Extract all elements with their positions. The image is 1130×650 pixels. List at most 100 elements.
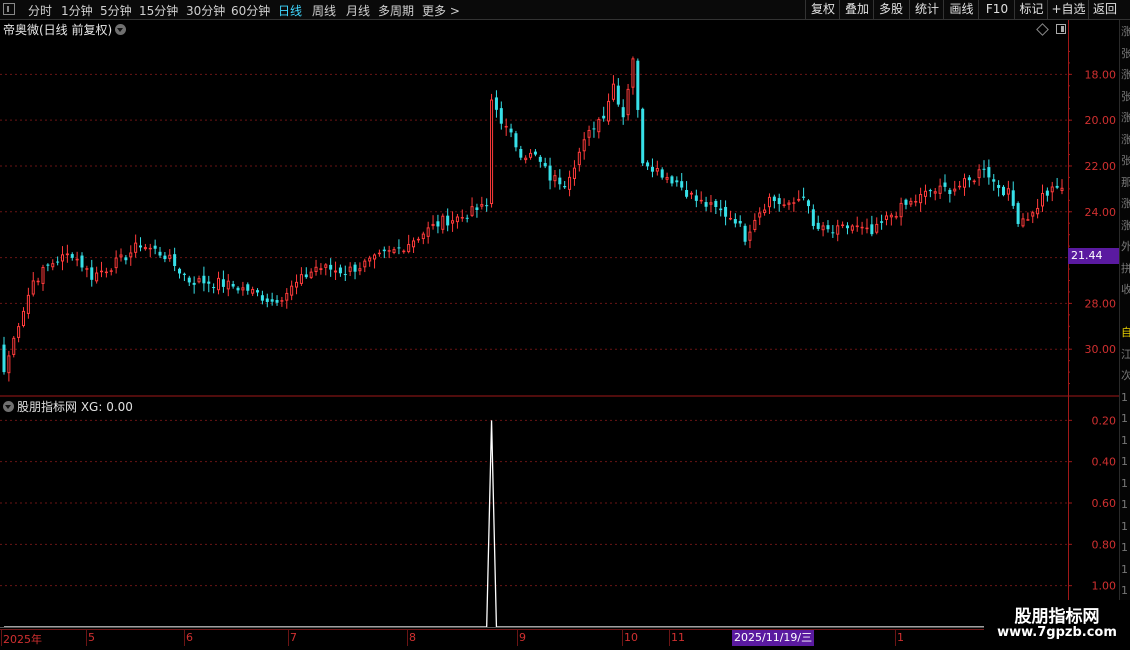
candle-body (543, 163, 547, 167)
candle-body (470, 206, 474, 216)
candle-body (207, 281, 211, 284)
candle-body (1055, 185, 1059, 188)
candle-body (104, 271, 108, 274)
strip-char: 拼 (1121, 262, 1130, 275)
candle-body (1031, 212, 1035, 217)
candle-body (777, 198, 781, 205)
candle-body (451, 220, 455, 224)
candle-body (1036, 207, 1040, 215)
candle-body (455, 216, 459, 223)
candle-body (343, 274, 347, 276)
candle-body (821, 225, 825, 231)
strip-char: 1 (1121, 455, 1128, 468)
candle-body (26, 294, 30, 314)
strip-char: 那 (1121, 176, 1130, 189)
candle-body (1016, 203, 1020, 224)
candle-body (480, 204, 484, 207)
candle-body (319, 268, 323, 271)
candle-body (753, 219, 757, 230)
candle-body (504, 125, 508, 128)
candle-body (909, 200, 913, 205)
candle-body (338, 267, 342, 274)
strip-char: 收 (1121, 284, 1130, 296)
candle-body (36, 280, 40, 283)
candle-body (953, 188, 957, 192)
candle-body (100, 270, 104, 273)
candle-body (962, 178, 966, 188)
candle-body (197, 278, 201, 283)
y-tick-label: 0.20 (1092, 414, 1117, 427)
strip-char: 涨 (1121, 198, 1130, 210)
candle-body (738, 220, 742, 224)
candle-body (743, 225, 747, 242)
candle-body (933, 191, 937, 194)
candle-body (246, 284, 250, 291)
candle-body (226, 280, 230, 290)
candle-body (373, 254, 377, 260)
candle-body (494, 97, 498, 110)
candle-body (899, 202, 903, 218)
candle-body (680, 181, 684, 188)
date-tick-label: 6 (186, 631, 193, 644)
indicator-title[interactable]: 股朋指标网 XG: 0.00 (3, 398, 133, 415)
date-tick-label: 9 (519, 631, 526, 644)
strip-char: 涨 (1121, 69, 1130, 81)
candle-body (1026, 219, 1030, 221)
side-panel-strip[interactable]: 涨张涨张涨涨张那涨涨外拼收自江次11111111111 (1119, 20, 1130, 630)
candle-body (558, 177, 562, 185)
candle-body (95, 272, 99, 282)
xg-series-line (4, 420, 1062, 628)
strip-char: 次 (1121, 370, 1130, 382)
candle-body (377, 252, 381, 255)
candle-body (772, 196, 776, 202)
date-tick-mark (517, 630, 518, 646)
candle-body (923, 190, 927, 197)
candle-body (441, 215, 445, 230)
y-tick-label: 22.00 (1085, 160, 1117, 173)
candle-body (231, 284, 235, 287)
candle-body (241, 287, 245, 291)
candle-body (192, 282, 196, 285)
candle-body (143, 247, 147, 250)
candle-body (265, 298, 269, 302)
candle-body (119, 254, 123, 258)
candle-body (85, 268, 89, 270)
date-tick-label: 8 (409, 631, 416, 644)
candle-body (894, 216, 898, 218)
candle-body (597, 119, 601, 133)
candle-body (987, 167, 991, 178)
candle-body (587, 129, 591, 138)
candle-body (816, 222, 820, 229)
candle-body (270, 299, 274, 302)
candle-body (704, 202, 708, 207)
candle-body (997, 185, 1001, 188)
candle-body (465, 217, 469, 219)
candle-body (660, 169, 664, 178)
candle-body (387, 250, 391, 252)
date-tick-mark (1, 630, 2, 646)
kline-chart[interactable]: 30.0028.0026.0024.0022.0020.0018.001.000… (0, 0, 1119, 650)
candle-body (421, 233, 425, 240)
candle-body (407, 244, 411, 253)
candle-body (217, 277, 221, 291)
candle-body (324, 264, 328, 268)
candle-body (714, 200, 718, 207)
strip-char: 张 (1121, 47, 1130, 60)
candle-body (977, 169, 981, 179)
candle-body (65, 253, 69, 256)
chevron-down-icon[interactable] (3, 401, 14, 412)
candle-body (334, 270, 338, 273)
current-price-label: 21.44 (1068, 248, 1119, 264)
candle-body (767, 196, 771, 208)
watermark-url: www.7gpzb.com (997, 625, 1117, 640)
candle-body (797, 198, 801, 201)
candle-body (572, 167, 576, 179)
candle-body (212, 287, 216, 289)
candle-body (382, 249, 386, 252)
candle-body (412, 240, 416, 248)
candle-body (728, 217, 732, 220)
candle-body (709, 202, 713, 205)
strip-char: 自 (1121, 327, 1130, 339)
candle-body (958, 185, 962, 188)
candle-body (563, 185, 567, 188)
